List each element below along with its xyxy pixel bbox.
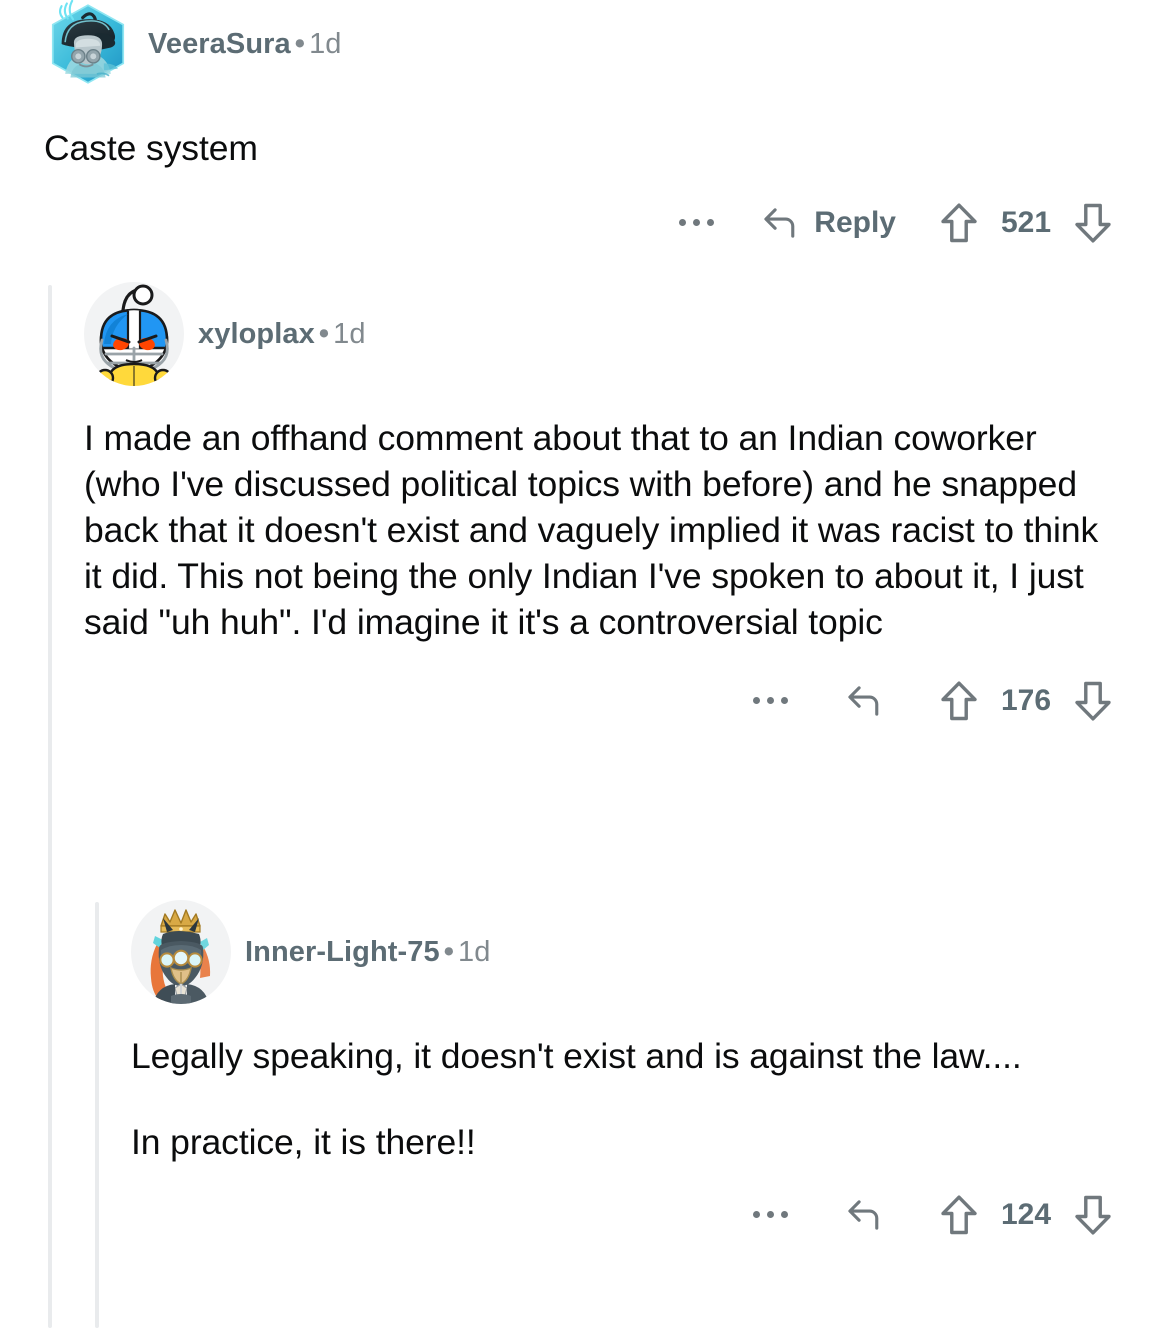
downvote-button[interactable] <box>1062 1186 1124 1244</box>
meta-separator: • <box>294 27 306 60</box>
comment-veerasura: VeeraSura • 1d Caste system Reply 521 <box>0 0 1170 252</box>
reply-arrow-icon <box>760 205 800 241</box>
reply-arrow-icon <box>844 1197 884 1233</box>
meta-separator: • <box>318 317 330 350</box>
upvote-button[interactable] <box>928 1186 990 1244</box>
comment-xyloplax: xyloplax • 1d I made an offhand comment ab… <box>0 282 1170 730</box>
more-options-icon <box>752 1211 788 1219</box>
upvote-arrow-icon <box>940 1194 978 1236</box>
comment-paragraph: I made an offhand comment about that to … <box>84 418 1099 642</box>
reply-button[interactable] <box>836 673 892 729</box>
comment-timestamp: 1d <box>458 935 491 968</box>
vote-score: 521 <box>1000 205 1052 239</box>
vote-group: 521 <box>928 194 1124 252</box>
avatar-image <box>51 0 125 84</box>
more-options-icon <box>752 697 788 705</box>
comment-meta: Inner-Light-75 • 1d <box>245 935 491 968</box>
overflow-menu-button[interactable] <box>738 1187 802 1243</box>
upvote-button[interactable] <box>928 672 990 730</box>
comment-action-bar: 176 <box>84 672 1146 730</box>
vote-group: 124 <box>928 1186 1124 1244</box>
reply-button[interactable] <box>836 1187 892 1243</box>
comment-action-bar: 124 <box>131 1186 1146 1244</box>
reply-button[interactable]: Reply <box>752 195 904 251</box>
comment-inner-light-75: Inner-Light-75 • 1d Legally speaking, it d… <box>0 900 1170 1244</box>
downvote-arrow-icon <box>1074 202 1112 244</box>
comment-paragraph: Legally speaking, it doesn't exist and i… <box>131 1036 1022 1076</box>
upvote-arrow-icon <box>940 680 978 722</box>
avatar-image <box>133 908 229 1004</box>
comment-meta: xyloplax • 1d <box>198 317 366 350</box>
avatar-veerasura-gasmask[interactable] <box>44 0 132 88</box>
meta-separator: • <box>443 935 454 968</box>
comment-header: Inner-Light-75 • 1d <box>131 900 1146 1004</box>
comment-author[interactable]: Inner-Light-75 <box>245 936 440 968</box>
comment-meta: VeeraSura • 1d <box>148 27 342 60</box>
avatar-image <box>86 284 182 386</box>
upvote-arrow-icon <box>940 202 978 244</box>
upvote-button[interactable] <box>928 194 990 252</box>
comment-body: I made an offhand comment about that to … <box>84 416 1146 646</box>
reply-arrow-icon <box>844 683 884 719</box>
downvote-button[interactable] <box>1062 672 1124 730</box>
comment-action-bar: Reply 521 <box>40 194 1146 252</box>
reply-label: Reply <box>814 205 896 239</box>
downvote-button[interactable] <box>1062 194 1124 252</box>
vote-score: 176 <box>1000 683 1052 717</box>
comment-body: Caste system <box>40 126 1146 172</box>
vote-group: 176 <box>928 672 1124 730</box>
avatar-inner-light-75-armored[interactable] <box>131 900 231 1004</box>
avatar-xyloplax-snoo-football[interactable] <box>84 282 184 386</box>
more-options-icon <box>678 219 714 227</box>
comment-thread-page: VeeraSura • 1d Caste system Reply 521 xy… <box>0 0 1170 1328</box>
comment-author[interactable]: VeeraSura <box>148 28 291 60</box>
comment-timestamp: 1d <box>309 27 342 60</box>
comment-body: Legally speaking, it doesn't exist and i… <box>131 1034 1146 1166</box>
downvote-arrow-icon <box>1074 1194 1112 1236</box>
comment-timestamp: 1d <box>333 317 366 350</box>
downvote-arrow-icon <box>1074 680 1112 722</box>
overflow-menu-button[interactable] <box>664 195 728 251</box>
vote-score: 124 <box>1000 1197 1052 1231</box>
overflow-menu-button[interactable] <box>738 673 802 729</box>
comment-paragraph: Caste system <box>44 128 258 168</box>
comment-header: xyloplax • 1d <box>84 282 1146 386</box>
comment-paragraph: In practice, it is there!! <box>131 1121 476 1162</box>
comment-author[interactable]: xyloplax <box>198 318 315 350</box>
comment-header: VeeraSura • 1d <box>40 0 1146 88</box>
